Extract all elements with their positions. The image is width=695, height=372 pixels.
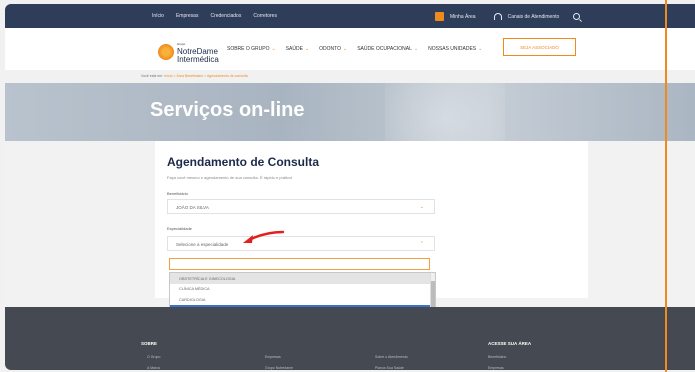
chevron-up-icon: ⌃ — [419, 241, 424, 247]
hero-banner: Serviços on-line — [5, 83, 695, 141]
form-subtitle: Faça você mesmo o agendamento de sua con… — [167, 175, 293, 180]
top-link-home[interactable]: Início — [152, 13, 164, 19]
breadcrumb-prefix: Você está em: — [141, 74, 164, 78]
top-link-companies[interactable]: Empresas — [176, 13, 199, 19]
logo-mark-icon — [158, 44, 174, 60]
nav-item-about[interactable]: SOBRE O GRUPO ⌄ — [227, 46, 276, 52]
brand-logo[interactable]: Grupo NotreDame Intermédica — [158, 40, 219, 64]
nav-item-dental[interactable]: ODONTO ⌄ — [319, 46, 347, 52]
specialty-select[interactable]: Selecione a especialidade ⌃ — [167, 236, 435, 251]
search-icon[interactable] — [573, 13, 581, 20]
chevron-down-icon: ⌄ — [478, 46, 483, 52]
orange-edge-line — [665, 0, 667, 372]
form-title: Agendamento de Consulta — [167, 155, 320, 169]
headset-icon — [493, 13, 502, 20]
user-area-icon — [435, 12, 444, 21]
my-area-link[interactable]: Minha Área — [450, 14, 476, 20]
footer-link[interactable]: O Grupo — [147, 355, 160, 359]
footer-link[interactable]: Planos Sua Saúde — [375, 366, 404, 370]
top-utility-bar: Início Empresas Credenciados Corretores … — [5, 4, 695, 28]
footer-heading-about: SOBRE — [141, 341, 158, 346]
breadcrumb: Você está em: Início > Área Beneficiário… — [5, 70, 695, 83]
site-footer: SOBRE ACESSE SUA ÁREA O Grupo A Marca Em… — [5, 307, 695, 370]
beneficiary-value: JOÃO DA SILVA — [176, 205, 209, 210]
nav-item-occupational[interactable]: SAÚDE OCUPACIONAL ⌄ — [357, 46, 418, 52]
dropdown-option[interactable]: OBSTETRÍCIA E GINECOLOGIA — [170, 273, 435, 284]
red-arrow-annotation-icon — [243, 230, 285, 243]
logo-line-2: Intermédica — [177, 55, 219, 64]
dropdown-option[interactable]: CARDIOLOGIA — [170, 294, 435, 305]
browser-viewport: Início Empresas Credenciados Corretores … — [5, 4, 695, 370]
become-member-button[interactable]: SEJA ASSOCIADO — [503, 38, 576, 56]
chevron-down-icon: ⌄ — [271, 46, 276, 52]
footer-link[interactable]: Sobre o Atendimento — [375, 355, 408, 359]
footer-link[interactable]: A Marca — [147, 366, 160, 370]
support-channels-link[interactable]: Canais de Atendimento — [508, 14, 560, 20]
nav-item-health[interactable]: SAÚDE ⌄ — [286, 46, 309, 52]
top-link-accredited[interactable]: Credenciados — [210, 13, 241, 19]
specialty-placeholder: Selecione a especialidade — [176, 242, 229, 247]
footer-heading-access: ACESSE SUA ÁREA — [488, 341, 532, 346]
main-navbar: Grupo NotreDame Intermédica SOBRE O GRUP… — [5, 28, 695, 70]
chevron-down-icon: ⌄ — [413, 46, 419, 52]
nav-item-units[interactable]: NOSSAS UNIDADES ⌄ — [428, 46, 482, 52]
footer-link[interactable]: Beneficiário — [488, 355, 506, 359]
top-link-brokers[interactable]: Corretores — [253, 13, 277, 19]
footer-link[interactable]: Empresas — [488, 366, 504, 370]
specialty-search-input[interactable] — [169, 258, 430, 270]
chevron-down-icon: ⌄ — [304, 46, 310, 52]
chevron-down-icon: ⌄ — [343, 46, 348, 52]
breadcrumb-path[interactable]: Início > Área Beneficiário > Agendamento… — [164, 74, 247, 78]
footer-link[interactable]: Empresas — [265, 355, 281, 359]
beneficiary-label: Beneficiário — [167, 191, 188, 196]
dropdown-option[interactable]: CLÍNICA MÉDICA — [170, 284, 435, 295]
chevron-down-icon: ⌄ — [419, 204, 424, 210]
footer-link[interactable]: Grupo Notredame — [265, 366, 293, 370]
page-title: Serviços on-line — [150, 99, 305, 121]
beneficiary-select[interactable]: JOÃO DA SILVA ⌄ — [167, 199, 435, 214]
specialty-label: Especialidade — [167, 226, 192, 231]
